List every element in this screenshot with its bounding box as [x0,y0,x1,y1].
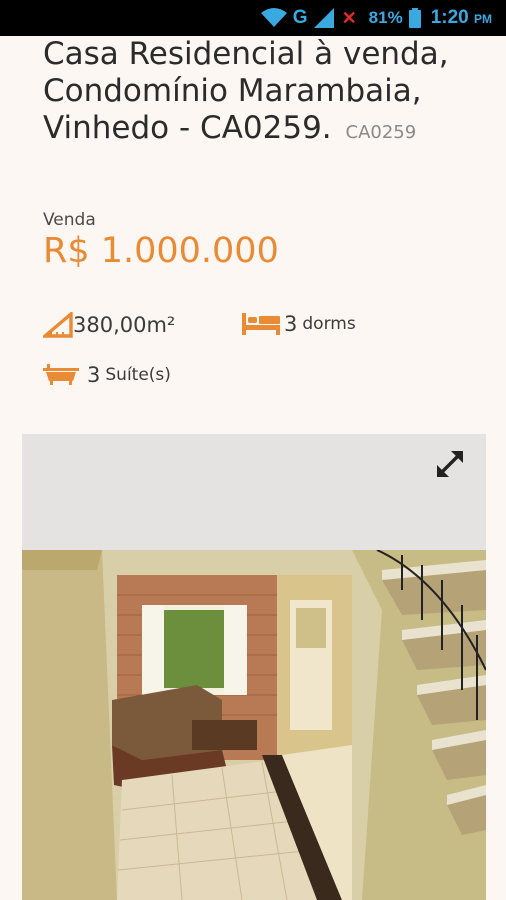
transaction-label: Venda [43,210,96,230]
property-photo[interactable] [22,550,486,900]
suites-count: 3 [87,363,101,387]
expand-icon[interactable] [434,448,466,480]
feature-area: 380,00m² [43,312,175,338]
wifi-icon [260,8,287,28]
clock-time: 1:20 [430,7,469,28]
listing-code: CA0259 [345,122,417,143]
suites-label: Suíte(s) [105,365,171,385]
dorms-label: dorms [302,314,356,334]
status-bar: G ✕ 81% 1:20 PM [0,0,506,36]
clock: 1:20 PM [431,7,492,29]
listing-title: Casa Residencial à venda, Condomínio Mar… [43,36,483,151]
feature-suites: 3 Suíte(s) [43,363,171,387]
dorms-count: 3 [284,312,298,336]
signal-icon [313,8,334,28]
no-sim-icon: ✕ [341,7,357,28]
photo-gallery[interactable] [22,434,486,900]
bathtub-icon [43,364,79,386]
battery-percent: 81% [368,8,403,27]
area-value: 380,00m² [73,313,176,337]
area-icon [43,312,73,338]
bed-icon [242,313,280,335]
listing-price: R$ 1.000.000 [43,231,279,271]
clock-suffix: PM [474,12,492,26]
network-type-label: G [292,7,308,28]
feature-dorms: 3 dorms [242,312,356,336]
battery-icon [408,8,421,28]
